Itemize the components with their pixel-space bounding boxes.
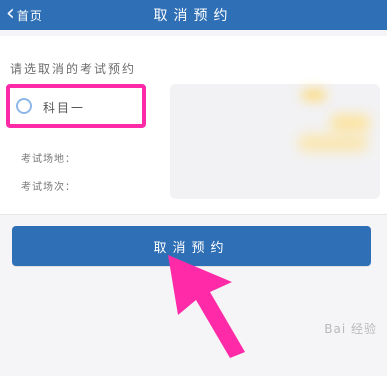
top-bar: ‹ 首页 取消预约 bbox=[0, 0, 387, 30]
exam-location-label: 考试场地： bbox=[21, 154, 76, 165]
masked-details bbox=[170, 84, 380, 199]
masked-highlight-b bbox=[330, 114, 370, 132]
cancel-appointment-button[interactable]: 取消预约 bbox=[12, 226, 371, 266]
subject-label: 科目一 bbox=[43, 101, 86, 115]
page-title: 取消预约 bbox=[153, 8, 234, 24]
masked-highlight-a bbox=[302, 90, 326, 100]
masked-highlight-c bbox=[298, 134, 368, 152]
exam-session-label: 考试场次： bbox=[21, 182, 76, 193]
section-title: 请选取消的考试预约 bbox=[10, 62, 137, 76]
watermark: Bai 经验 bbox=[324, 322, 377, 336]
radio-button-icon[interactable] bbox=[16, 98, 32, 114]
